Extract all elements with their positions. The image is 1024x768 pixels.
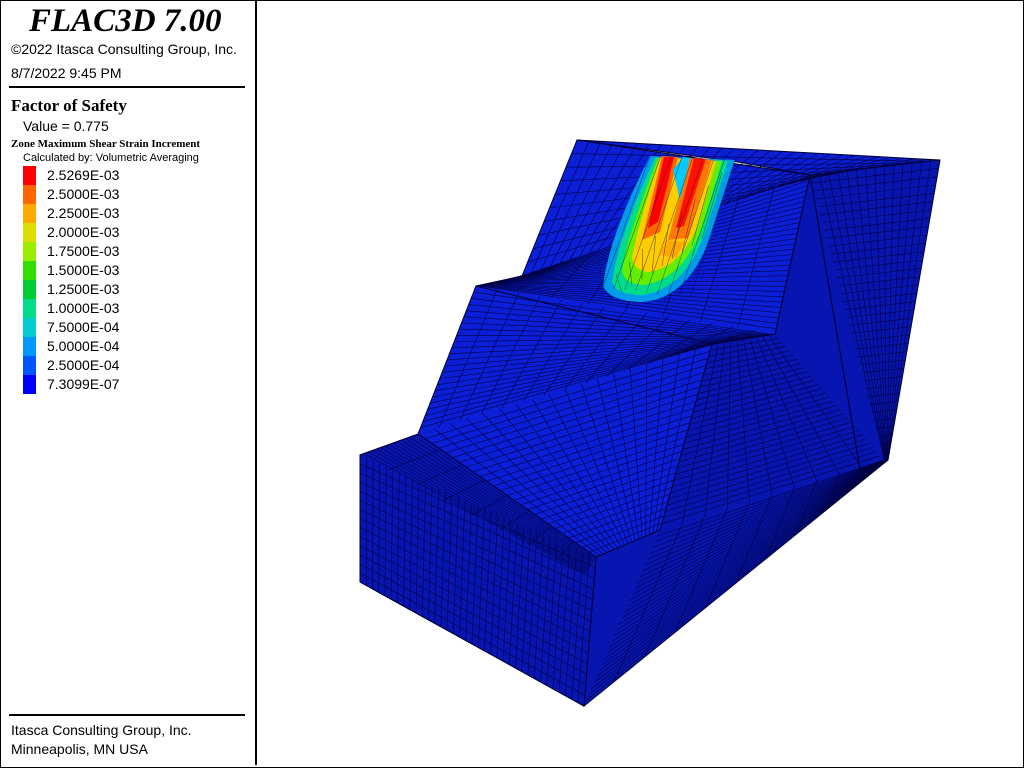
- legend-swatch: [23, 242, 36, 261]
- slope-mesh-model[interactable]: [257, 1, 1022, 765]
- calc-method: Calculated by: Volumetric Averaging: [23, 152, 199, 164]
- legend-swatch: [23, 318, 36, 337]
- legend-label: 7.5000E-04: [47, 319, 120, 335]
- fos-value: Value = 0.775: [23, 118, 109, 134]
- contour-title: Zone Maximum Shear Strain Increment: [11, 138, 201, 150]
- legend-swatch: [23, 185, 36, 204]
- legend-label: 2.5269E-03: [47, 167, 120, 183]
- legend-label: 2.5000E-03: [47, 186, 120, 202]
- legend-swatch: [23, 299, 36, 318]
- legend-swatch: [23, 356, 36, 375]
- fos-title: Factor of Safety: [11, 96, 127, 115]
- datetime-text: 8/7/2022 9:45 PM: [11, 65, 122, 81]
- legend-swatch: [23, 166, 36, 185]
- app-title: FLAC3D 7.00: [29, 3, 222, 39]
- legend-label: 7.3099E-07: [47, 376, 120, 392]
- legend-swatch: [23, 375, 36, 394]
- legend-label: 1.5000E-03: [47, 262, 120, 278]
- legend-label: 2.0000E-03: [47, 224, 120, 240]
- footer-divider: [9, 714, 245, 716]
- model-viewport[interactable]: [257, 1, 1022, 765]
- legend-panel: FLAC3D 7.00 ©2022 Itasca Consulting Grou…: [1, 1, 257, 765]
- copyright-text: ©2022 Itasca Consulting Group, Inc.: [11, 41, 237, 57]
- legend-label: 2.2500E-03: [47, 205, 120, 221]
- footer-location: Minneapolis, MN USA: [11, 741, 148, 757]
- legend-swatch: [23, 337, 36, 356]
- legend-label: 1.7500E-03: [47, 243, 120, 259]
- header-divider: [9, 86, 245, 88]
- footer-company: Itasca Consulting Group, Inc.: [11, 722, 192, 738]
- legend-swatch: [23, 280, 36, 299]
- legend-label: 1.2500E-03: [47, 281, 120, 297]
- legend-swatch: [23, 223, 36, 242]
- legend-label: 1.0000E-03: [47, 300, 120, 316]
- legend-swatch: [23, 261, 36, 280]
- legend-label: 5.0000E-04: [47, 338, 120, 354]
- legend-label: 2.5000E-04: [47, 357, 120, 373]
- legend-swatch: [23, 204, 36, 223]
